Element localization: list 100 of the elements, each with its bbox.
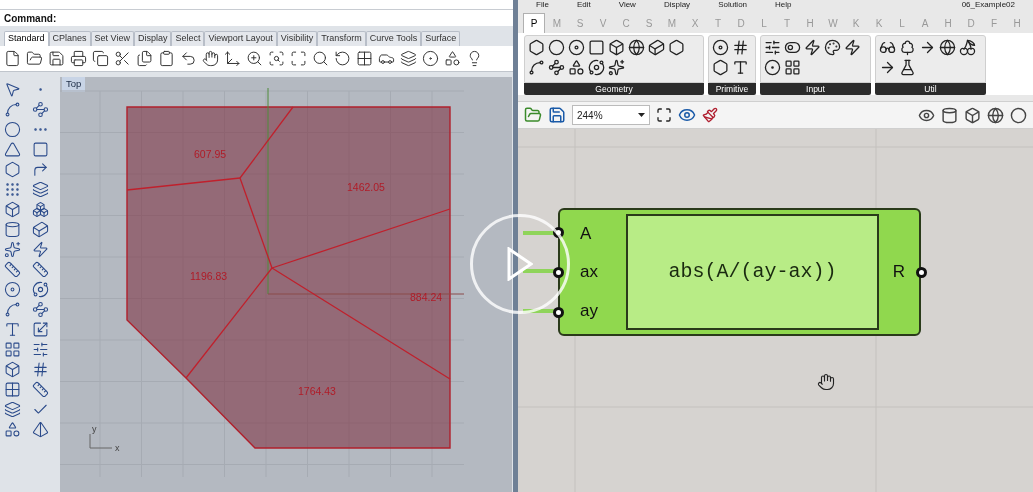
menu-item[interactable]: Help: [775, 0, 792, 9]
button-icon[interactable]: [764, 59, 781, 76]
cylinder-icon[interactable]: [4, 221, 21, 238]
folder-icon[interactable]: [26, 50, 43, 67]
arrow-icon[interactable]: [879, 59, 896, 76]
pyramid-icon[interactable]: [32, 421, 49, 438]
zoom-extents-icon[interactable]: [656, 107, 672, 123]
circle-dot-icon[interactable]: [422, 50, 439, 67]
cuboid-icon[interactable]: [648, 39, 665, 56]
output-grip[interactable]: [916, 267, 927, 278]
input-parameter[interactable]: ax: [580, 259, 626, 285]
sphere-icon[interactable]: [987, 106, 1004, 124]
menu-item[interactable]: View: [618, 0, 636, 9]
circle-icon[interactable]: [4, 121, 21, 138]
arc-icon[interactable]: [4, 301, 21, 318]
palette-icon[interactable]: [824, 39, 841, 56]
circle-icon[interactable]: [1010, 106, 1027, 124]
hand-icon[interactable]: [202, 50, 219, 67]
zoom-window-icon[interactable]: [268, 50, 285, 67]
input-grip[interactable]: [553, 307, 564, 318]
toolbar-tab[interactable]: Display: [133, 31, 172, 46]
toolbar-tab[interactable]: Curve Tools: [365, 31, 422, 46]
rotate-icon[interactable]: [334, 50, 351, 67]
open-file-icon[interactable]: [524, 106, 542, 124]
top-viewport[interactable]: Top 607.95 1462.05 1196.83 884.24 1764.43 y x: [60, 77, 512, 492]
shapes-icon[interactable]: [444, 50, 461, 67]
solid-box-icon[interactable]: [4, 361, 21, 378]
sparkle-icon[interactable]: [608, 59, 625, 76]
sphere-icon[interactable]: [939, 39, 956, 56]
text-icon[interactable]: [732, 59, 749, 76]
undo-icon[interactable]: [180, 50, 197, 67]
printer-icon[interactable]: [70, 50, 87, 67]
shapes-icon[interactable]: [4, 421, 21, 438]
input-parameter[interactable]: ay: [580, 297, 626, 324]
cherry-icon[interactable]: [959, 39, 976, 56]
axes-icon[interactable]: [224, 50, 241, 67]
menu-item[interactable]: File: [536, 0, 549, 9]
toolbar-tab[interactable]: Visibility: [276, 31, 318, 46]
output-parameter[interactable]: R: [892, 259, 906, 285]
tree-icon[interactable]: [899, 39, 916, 56]
clipboard-icon[interactable]: [158, 50, 175, 67]
flask-icon[interactable]: [899, 59, 916, 76]
glasses-icon[interactable]: [879, 39, 896, 56]
expression-component[interactable]: A ax ay abs(A/(ay-ax)) R: [558, 208, 921, 336]
orbit-icon[interactable]: [588, 59, 605, 76]
circle-icon[interactable]: [548, 39, 565, 56]
grid-icon[interactable]: [4, 381, 21, 398]
triangle-icon[interactable]: [4, 141, 21, 158]
menu-item[interactable]: Edit: [576, 0, 591, 9]
play-button[interactable]: [470, 214, 570, 314]
hexagon-icon[interactable]: [528, 39, 545, 56]
box-icon[interactable]: [964, 106, 981, 124]
zoom-field[interactable]: 244%: [572, 105, 650, 125]
cylinder-icon[interactable]: [941, 106, 958, 124]
globe-icon[interactable]: [628, 39, 645, 56]
toolbar-tab[interactable]: Surface: [421, 31, 461, 46]
toolbar-tab[interactable]: Viewport Layout: [204, 31, 277, 46]
toolbar-tab[interactable]: Transform: [317, 31, 366, 46]
arrow-icon[interactable]: [919, 39, 936, 56]
input-grip[interactable]: [553, 227, 564, 238]
component-tab[interactable]: P: [523, 13, 545, 33]
number-icon[interactable]: [732, 39, 749, 56]
toolbar-tab[interactable]: Select: [171, 31, 205, 46]
disc-icon[interactable]: [568, 39, 585, 56]
scissors-icon[interactable]: [114, 50, 131, 67]
menu-item[interactable]: Display: [663, 0, 691, 9]
pointer-icon[interactable]: [4, 81, 21, 98]
save-icon[interactable]: [48, 50, 65, 67]
menu-item[interactable]: Solution: [718, 0, 748, 9]
new-file-icon[interactable]: [4, 50, 21, 67]
bolt-icon[interactable]: [804, 39, 821, 56]
input-grip[interactable]: [553, 267, 564, 278]
rectangle-icon[interactable]: [32, 141, 49, 158]
hexagon-icon[interactable]: [668, 39, 685, 56]
hexagon-icon[interactable]: [712, 59, 729, 76]
canvas[interactable]: A ax ay abs(A/(ay-ax)) R: [518, 129, 1033, 492]
preview-icon[interactable]: [678, 106, 696, 124]
zoom-extents-icon[interactable]: [290, 50, 307, 67]
array-icon[interactable]: [4, 341, 21, 358]
brush-icon[interactable]: [702, 107, 718, 123]
copy-icon[interactable]: [92, 50, 109, 67]
viewports-icon[interactable]: [356, 50, 373, 67]
slider-icon[interactable]: [764, 39, 781, 56]
toolbar-tab[interactable]: Standard: [4, 31, 49, 46]
toolbar-tab[interactable]: CPlanes: [48, 31, 91, 46]
text-icon[interactable]: [4, 321, 21, 338]
pages-icon[interactable]: [136, 50, 153, 67]
zoom-in-icon[interactable]: [246, 50, 263, 67]
polygon-icon[interactable]: [4, 161, 21, 178]
shapes-icon[interactable]: [568, 59, 585, 76]
box-icon[interactable]: [608, 39, 625, 56]
disc-icon[interactable]: [712, 39, 729, 56]
box-icon[interactable]: [4, 201, 21, 218]
layers-icon[interactable]: [400, 50, 417, 67]
toggle-icon[interactable]: [784, 39, 801, 56]
save-icon[interactable]: [548, 106, 566, 124]
toolbar-tab[interactable]: Set View: [90, 31, 134, 46]
search-icon[interactable]: [312, 50, 329, 67]
input-parameter[interactable]: A: [580, 220, 626, 247]
list-icon[interactable]: [784, 59, 801, 76]
